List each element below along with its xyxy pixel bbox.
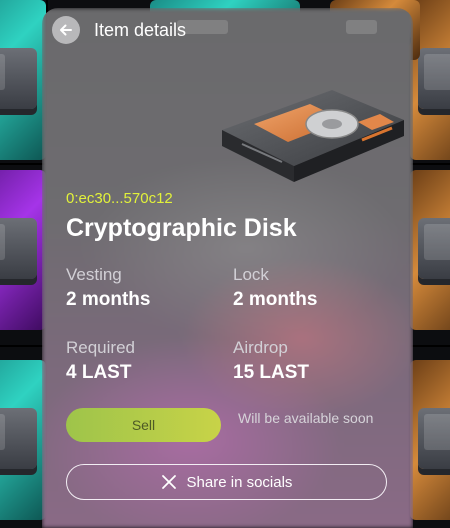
- sell-button[interactable]: Sell: [66, 408, 221, 442]
- x-logo-icon: [161, 475, 176, 489]
- back-button[interactable]: [52, 16, 80, 44]
- stat-label: Lock: [233, 265, 269, 284]
- stat-label: Vesting: [66, 265, 122, 284]
- stat-value: 15 LAST: [233, 362, 310, 383]
- panel-header: Item details: [52, 16, 186, 44]
- share-label: Share in socials: [186, 473, 293, 491]
- stat-vesting: Vesting 2 months: [66, 265, 150, 311]
- stat-required: Required 4 LAST: [66, 338, 135, 384]
- item-image: [222, 90, 404, 182]
- stat-value: 2 months: [233, 289, 318, 310]
- stat-value: 2 months: [66, 289, 151, 310]
- stat-label: Airdrop: [233, 338, 288, 357]
- background-tile: [0, 360, 46, 520]
- stat-lock: Lock 2 months: [233, 265, 317, 311]
- stat-airdrop: Airdrop 15 LAST: [233, 338, 309, 384]
- background-tile: [0, 170, 46, 330]
- page-title: Item details: [94, 19, 187, 40]
- arrow-left-icon: [60, 24, 72, 36]
- stat-label: Required: [66, 338, 135, 357]
- stat-value: 4 LAST: [66, 362, 132, 383]
- item-name: Cryptographic Disk: [66, 214, 297, 242]
- background-tile: [410, 360, 450, 520]
- availability-note: Will be available soon: [238, 410, 374, 426]
- background-tile: [410, 170, 450, 330]
- token-id[interactable]: 0:ec30...570c12: [66, 190, 173, 207]
- background-tile: [0, 0, 46, 160]
- share-in-socials-button[interactable]: Share in socials: [66, 464, 387, 500]
- item-details-panel: Item details 0:ec30...570c12 Cryptograph…: [42, 8, 413, 528]
